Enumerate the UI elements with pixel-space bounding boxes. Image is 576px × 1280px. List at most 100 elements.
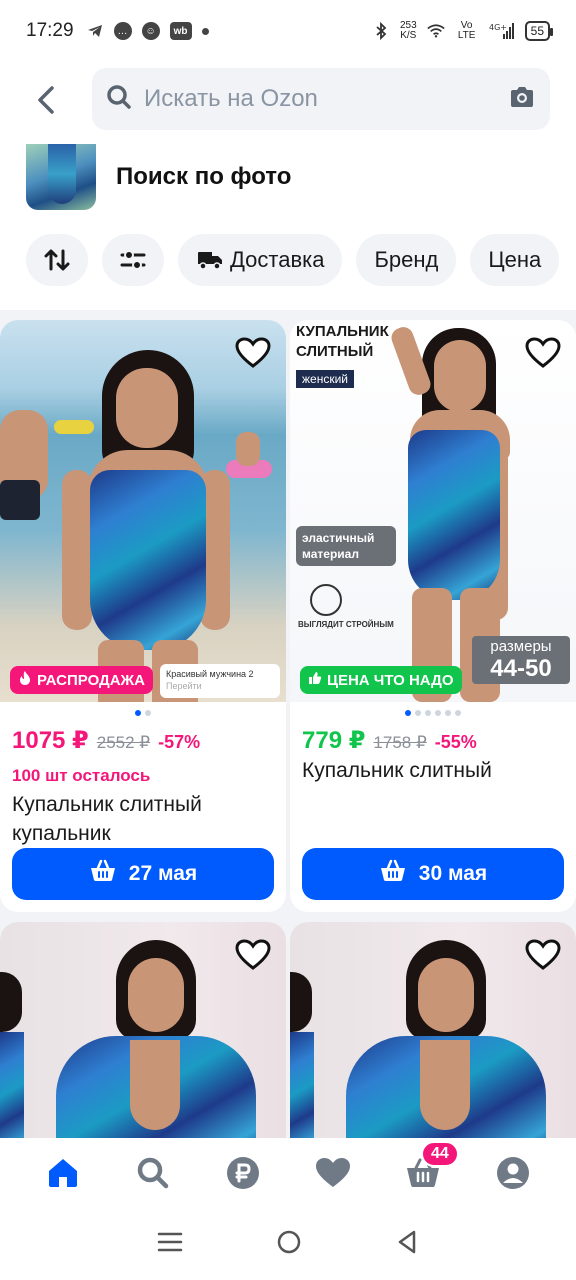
- filter-delivery[interactable]: Доставка: [178, 234, 343, 286]
- product-image[interactable]: [290, 922, 576, 1140]
- basket-icon: [379, 859, 407, 889]
- home-system-button[interactable]: [276, 1229, 302, 1260]
- stock-left: 100 шт осталось: [12, 766, 151, 785]
- signal-icon: 4G+: [489, 22, 515, 40]
- profile-icon: [497, 1157, 529, 1189]
- pager-dot: [425, 710, 431, 716]
- promo-elastic: эластичный материал: [296, 526, 396, 566]
- nav-cart[interactable]: 44: [399, 1141, 459, 1197]
- product-title[interactable]: Купальник слитный: [302, 756, 564, 785]
- sale-badge: РАСПРОДАЖА: [10, 666, 153, 694]
- product-card[interactable]: КУПАЛЬНИК СЛИТНЫЙ женский эластичный мат…: [290, 320, 576, 912]
- pager-dot: [145, 710, 151, 716]
- pager-dot: [435, 710, 441, 716]
- recent-apps-button[interactable]: [157, 1231, 183, 1258]
- nav-finance[interactable]: [219, 1149, 267, 1197]
- price-row: 779 ₽ 1758 ₽ -55%: [302, 726, 477, 755]
- product-card[interactable]: РАСПРОДАЖА Красивый мужчина 2 Перейти 10…: [0, 320, 286, 912]
- pager-dot: [455, 710, 461, 716]
- circle-icon: [277, 1230, 301, 1253]
- delivery-date: 30 мая: [418, 862, 488, 885]
- product-title[interactable]: Купальник слитный купальник: [12, 790, 274, 848]
- favorite-heart-icon[interactable]: [234, 936, 272, 974]
- clock: 17:29: [26, 20, 74, 41]
- old-price: 1758 ₽: [373, 733, 427, 752]
- search-photo-thumbnail: [26, 144, 96, 210]
- more-notifications-icon: [201, 27, 209, 35]
- truck-icon: [196, 249, 224, 271]
- chevron-left-icon: [38, 86, 54, 114]
- battery-indicator: 55: [524, 21, 554, 41]
- filter-bar: Доставка Бренд Цена: [26, 234, 560, 286]
- add-to-cart-button[interactable]: 30 мая: [302, 848, 564, 900]
- discount: -55%: [434, 732, 477, 752]
- product-card[interactable]: [290, 922, 576, 1140]
- emoji-icon: ☺: [141, 22, 160, 40]
- pager-dot: [415, 710, 421, 716]
- product-image[interactable]: РАСПРОДАЖА Красивый мужчина 2 Перейти: [0, 320, 286, 702]
- image-pager: [290, 710, 576, 716]
- nav-search[interactable]: [129, 1149, 177, 1197]
- ad-banner[interactable]: Красивый мужчина 2 Перейти: [160, 664, 280, 698]
- filter-brand[interactable]: Бренд: [356, 234, 457, 286]
- image-pager: [0, 710, 286, 716]
- current-price: 779 ₽: [302, 727, 366, 754]
- search-input[interactable]: Искать на Ozon: [92, 68, 550, 130]
- menu-icon: [157, 1232, 182, 1251]
- sizes-badge: размеры 44-50: [472, 636, 570, 684]
- filter-price-label: Цена: [488, 247, 542, 272]
- delivery-date: 27 мая: [128, 862, 198, 885]
- triangle-back-icon: [399, 1230, 416, 1253]
- bottom-navigation: 44: [0, 1138, 576, 1208]
- promo-tag: женский: [296, 370, 354, 388]
- filter-brand-label: Бренд: [374, 247, 439, 272]
- filter-delivery-label: Доставка: [230, 247, 325, 272]
- svg-text:4G+: 4G+: [489, 23, 507, 32]
- sort-icon: [44, 249, 70, 271]
- chat-icon: …: [113, 22, 132, 40]
- promo-small-text: ВЫГЛЯДИТ СТРОЙНЫМ: [298, 620, 394, 629]
- product-feed: РАСПРОДАЖА Красивый мужчина 2 Перейти 10…: [0, 310, 576, 1140]
- search-placeholder: Искать на Ozon: [144, 85, 318, 112]
- current-price: 1075 ₽: [12, 727, 89, 754]
- photo-search-label: Поиск по фото: [116, 163, 292, 190]
- camera-icon[interactable]: [508, 85, 536, 114]
- slim-icon: [310, 584, 342, 616]
- nav-home[interactable]: [39, 1149, 87, 1197]
- thumbs-up-icon: [308, 671, 322, 689]
- system-navigation: [0, 1208, 576, 1280]
- status-bar: 17:29 … ☺ wb 253 K/S Vo LTE 4G+ 55: [0, 0, 576, 62]
- home-icon: [49, 1159, 77, 1187]
- nav-favorites[interactable]: [309, 1149, 357, 1197]
- network-speed: 253 K/S: [399, 20, 417, 41]
- basket-icon: [89, 859, 117, 889]
- filters-icon: [120, 250, 146, 270]
- fire-icon: [18, 670, 32, 690]
- price-row: 1075 ₽ 2552 ₽ -57%: [12, 726, 200, 755]
- favorite-heart-icon[interactable]: [524, 936, 562, 974]
- ruble-icon: [227, 1157, 259, 1189]
- heart-icon: [316, 1158, 350, 1187]
- pager-dot: [135, 710, 141, 716]
- telegram-icon: [86, 22, 104, 40]
- favorite-heart-icon[interactable]: [524, 334, 562, 372]
- wildberries-icon: wb: [169, 22, 192, 40]
- old-price: 2552 ₽: [96, 733, 151, 752]
- filters-button[interactable]: [102, 234, 164, 286]
- product-card[interactable]: [0, 922, 286, 1140]
- search-icon: [137, 1157, 169, 1189]
- back-button[interactable]: [26, 80, 66, 120]
- product-image[interactable]: КУПАЛЬНИК СЛИТНЫЙ женский эластичный мат…: [290, 320, 576, 702]
- back-system-button[interactable]: [395, 1229, 419, 1260]
- photo-search[interactable]: Поиск по фото: [26, 144, 291, 210]
- favorite-heart-icon[interactable]: [234, 334, 272, 372]
- filter-price[interactable]: Цена: [470, 234, 560, 286]
- product-image[interactable]: [0, 922, 286, 1140]
- sort-button[interactable]: [26, 234, 88, 286]
- search-icon: [106, 84, 132, 115]
- cart-count-badge: 44: [421, 1141, 459, 1167]
- wifi-icon: [426, 22, 445, 40]
- nav-profile[interactable]: [489, 1149, 537, 1197]
- header: Искать на Ozon: [0, 68, 576, 132]
- add-to-cart-button[interactable]: 27 мая: [12, 848, 274, 900]
